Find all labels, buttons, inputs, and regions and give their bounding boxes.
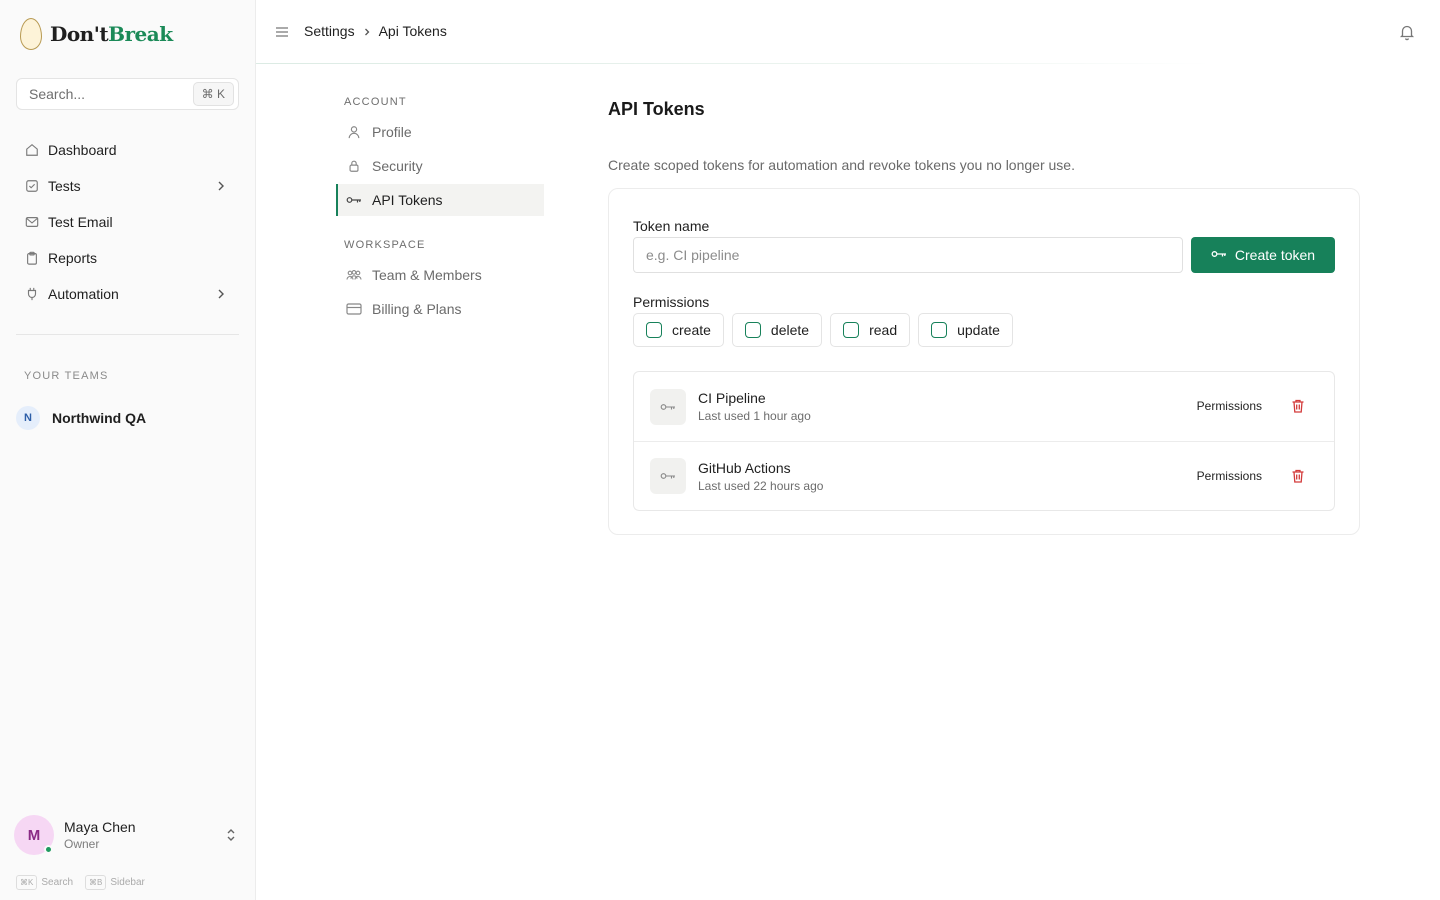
keyboard-hints: ⌘K Search ⌘B Sidebar xyxy=(16,875,145,890)
chevron-right-icon xyxy=(361,25,373,37)
hint-sidebar: ⌘B Sidebar xyxy=(85,875,145,890)
user-icon xyxy=(346,124,362,140)
lock-icon xyxy=(346,158,362,174)
token-permissions-button[interactable]: Permissions xyxy=(1197,399,1262,413)
checkbox-icon xyxy=(744,322,761,338)
checkbox-icon xyxy=(646,322,662,338)
sidebar-item-label: Reports xyxy=(48,250,98,266)
token-list: CI Pipeline Last used 1 hour ago Permiss… xyxy=(633,371,1335,511)
sidebar-nav: Dashboard Tests Test Email Reports Autom… xyxy=(16,132,239,312)
sidebar-item-tests[interactable]: Tests xyxy=(16,168,239,204)
bell-icon[interactable] xyxy=(1398,23,1416,41)
user-name: Maya Chen xyxy=(64,819,136,835)
settings-item-label: Security xyxy=(372,158,423,174)
menu-icon[interactable] xyxy=(274,24,290,40)
topbar: Settings Api Tokens xyxy=(256,0,1440,64)
credit-card-icon xyxy=(346,301,362,317)
mail-icon xyxy=(24,214,40,230)
settings-item-security[interactable]: Security xyxy=(336,150,544,182)
sidebar-item-label: Tests xyxy=(48,178,81,194)
token-last-used: Last used 1 hour ago xyxy=(698,409,811,423)
sidebar-item-label: Automation xyxy=(48,286,119,302)
api-tokens-card: Token name Create token Permissions crea… xyxy=(608,188,1360,535)
token-name-input[interactable] xyxy=(633,237,1183,273)
account-section-label: ACCOUNT xyxy=(344,96,407,108)
sidebar-item-automation[interactable]: Automation xyxy=(16,276,239,312)
permission-delete-checkbox[interactable]: delete xyxy=(731,313,823,347)
permission-update-checkbox[interactable]: update xyxy=(918,313,1013,347)
checkbox-icon xyxy=(931,322,948,338)
settings-nav: ACCOUNT Profile Security API Tokens WORK… xyxy=(336,96,544,325)
permission-options: create delete read update xyxy=(633,313,1013,347)
settings-item-profile[interactable]: Profile xyxy=(336,116,544,148)
settings-item-label: API Tokens xyxy=(372,192,443,208)
search-shortcut: ⌘ K xyxy=(192,82,234,106)
brand-logo[interactable]: Don'tBreak xyxy=(20,18,173,50)
avatar: M xyxy=(14,815,54,855)
checkbox-icon xyxy=(24,178,40,194)
team-item[interactable]: N Northwind QA xyxy=(16,406,146,430)
sidebar-divider xyxy=(16,334,239,335)
list-item: GitHub Actions Last used 22 hours ago Pe… xyxy=(634,441,1334,510)
settings-item-label: Profile xyxy=(372,124,412,140)
breadcrumb: Settings Api Tokens xyxy=(304,23,447,39)
sidebar-item-reports[interactable]: Reports xyxy=(16,240,239,276)
egg-logo-icon xyxy=(20,18,42,50)
key-icon xyxy=(650,388,686,425)
sidebar-item-dashboard[interactable]: Dashboard xyxy=(16,132,239,168)
team-name: Northwind QA xyxy=(52,410,147,426)
clipboard-icon xyxy=(24,250,40,266)
home-icon xyxy=(24,142,40,158)
token-last-used: Last used 22 hours ago xyxy=(698,478,824,493)
token-name: CI Pipeline xyxy=(698,390,766,406)
key-icon xyxy=(346,192,362,208)
topbar-divider xyxy=(256,63,1212,64)
chevron-right-icon[interactable] xyxy=(213,178,229,194)
token-name: GitHub Actions xyxy=(698,459,791,476)
settings-item-label: Team & Members xyxy=(372,267,482,283)
key-icon xyxy=(1211,247,1227,263)
trash-icon[interactable] xyxy=(1290,468,1306,484)
breadcrumb-settings[interactable]: Settings xyxy=(304,23,355,39)
brand-name: Don'tBreak xyxy=(50,22,173,46)
create-token-label: Create token xyxy=(1234,247,1316,263)
create-token-button[interactable]: Create token xyxy=(1191,237,1335,273)
workspace-section-label: WORKSPACE xyxy=(344,239,426,251)
list-item: CI Pipeline Last used 1 hour ago Permiss… xyxy=(634,372,1334,441)
token-permissions-button[interactable]: Permissions xyxy=(1197,469,1262,483)
sidebar: Don'tBreak Search... ⌘ K Dashboard Tests… xyxy=(0,0,256,900)
plug-icon xyxy=(24,286,40,302)
team-avatar: N xyxy=(16,406,40,430)
settings-item-api-tokens[interactable]: API Tokens xyxy=(336,184,544,216)
checkbox-icon xyxy=(843,322,860,338)
key-icon xyxy=(650,458,686,494)
sidebar-search[interactable]: Search... ⌘ K xyxy=(16,78,239,110)
sidebar-item-label: Dashboard xyxy=(48,142,117,158)
user-role: Owner xyxy=(64,837,100,851)
settings-item-label: Billing & Plans xyxy=(372,301,462,317)
permission-create-checkbox[interactable]: create xyxy=(633,313,724,347)
sidebar-item-label: Test Email xyxy=(48,214,113,230)
settings-item-team-members[interactable]: Team & Members xyxy=(336,259,544,291)
online-status-dot xyxy=(44,845,53,854)
chevron-right-icon[interactable] xyxy=(213,286,229,302)
users-icon xyxy=(346,267,362,283)
page-description: Create scoped tokens for automation and … xyxy=(608,157,1075,173)
chevron-up-down-icon[interactable] xyxy=(224,827,238,843)
user-menu[interactable]: M Maya Chen Owner xyxy=(14,815,242,855)
permissions-label: Permissions xyxy=(633,294,710,310)
sidebar-item-test-email[interactable]: Test Email xyxy=(16,204,239,240)
page-title: API Tokens xyxy=(608,99,705,119)
trash-icon[interactable] xyxy=(1290,398,1306,414)
permission-read-checkbox[interactable]: read xyxy=(830,313,911,347)
teams-section-label: YOUR TEAMS xyxy=(24,370,109,382)
breadcrumb-current: Api Tokens xyxy=(378,23,447,39)
token-name-label: Token name xyxy=(633,218,710,234)
search-placeholder: Search... xyxy=(29,86,86,102)
hint-search: ⌘K Search xyxy=(16,875,73,890)
settings-item-billing-plans[interactable]: Billing & Plans xyxy=(336,293,544,325)
